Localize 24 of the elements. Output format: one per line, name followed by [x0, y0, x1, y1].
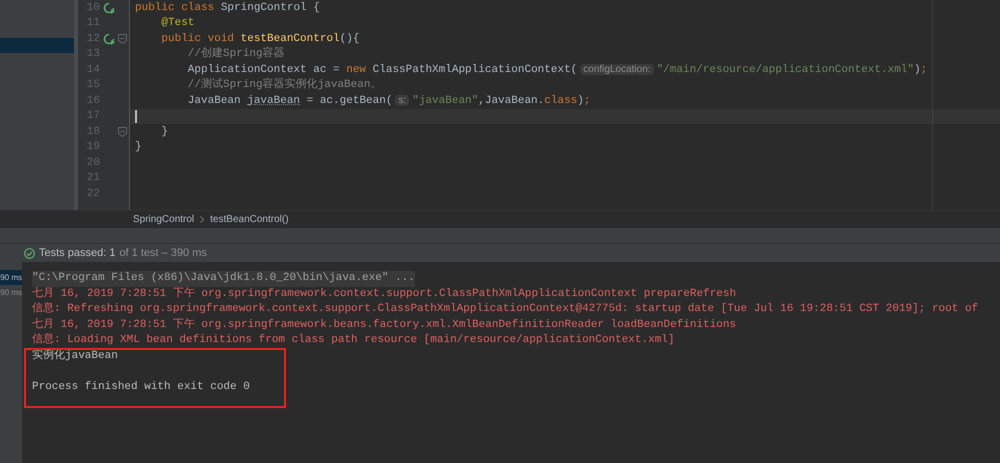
console-line: 信息: Loading XML bean definitions from class path resource [main/resource/applicationContext.xml]	[32, 333, 675, 348]
console-line: 七月 16, 2019 7:28:51 下午 org.springframework.beans.factory.xml.XmlBeanDefinitionReader loadBeanDefinitions	[32, 318, 736, 332]
code-line: public void testBeanControl(){	[160, 32, 360, 46]
status-detail: of 1 test – 390 ms	[119, 246, 207, 261]
breadcrumb[interactable]: SpringControl	[133, 212, 194, 227]
code-line: }	[160, 124, 168, 140]
code-line: //创建Spring容器	[186, 46, 285, 62]
code-line: public class SpringControl {	[135, 0, 320, 16]
console-line: Process finished with exit code 0	[32, 380, 250, 394]
console-line: 七月 16, 2019 7:28:51 下午 org.springframework.context.support.ClassPathXmlApplicationContext prepareRefresh	[32, 286, 736, 302]
code-line: //测试Spring容器实例化javaBean。	[186, 77, 382, 93]
code-line: }	[135, 140, 142, 155]
console-line: 信息: Refreshing org.springframework.context.support.ClassPathXmlApplicationContext@42775d: startup date [Tue Jul 16 19:28:51 CST 2019]; root of	[32, 302, 978, 317]
console-line: 实例化javaBean	[32, 348, 118, 364]
code-line: @Test	[160, 16, 194, 31]
breadcrumb[interactable]: testBeanControl()	[210, 212, 289, 227]
check-circle-icon	[24, 248, 35, 258]
code-line: ApplicationContext ac = new ClassPathXmlApplicationContext( configLocation: "/main/resource/applicationContext.xml");	[186, 62, 928, 78]
run-icon[interactable]	[103, 2, 115, 14]
code-line: JavaBean javaBean = ac.getBean( s: "javaBean",JavaBean.class);	[186, 94, 590, 108]
run-icon[interactable]	[103, 32, 115, 45]
test-item[interactable]: 90 ms	[0, 270, 22, 285]
status-text: Tests passed: 1	[39, 246, 116, 261]
chevron-icon	[200, 216, 204, 223]
